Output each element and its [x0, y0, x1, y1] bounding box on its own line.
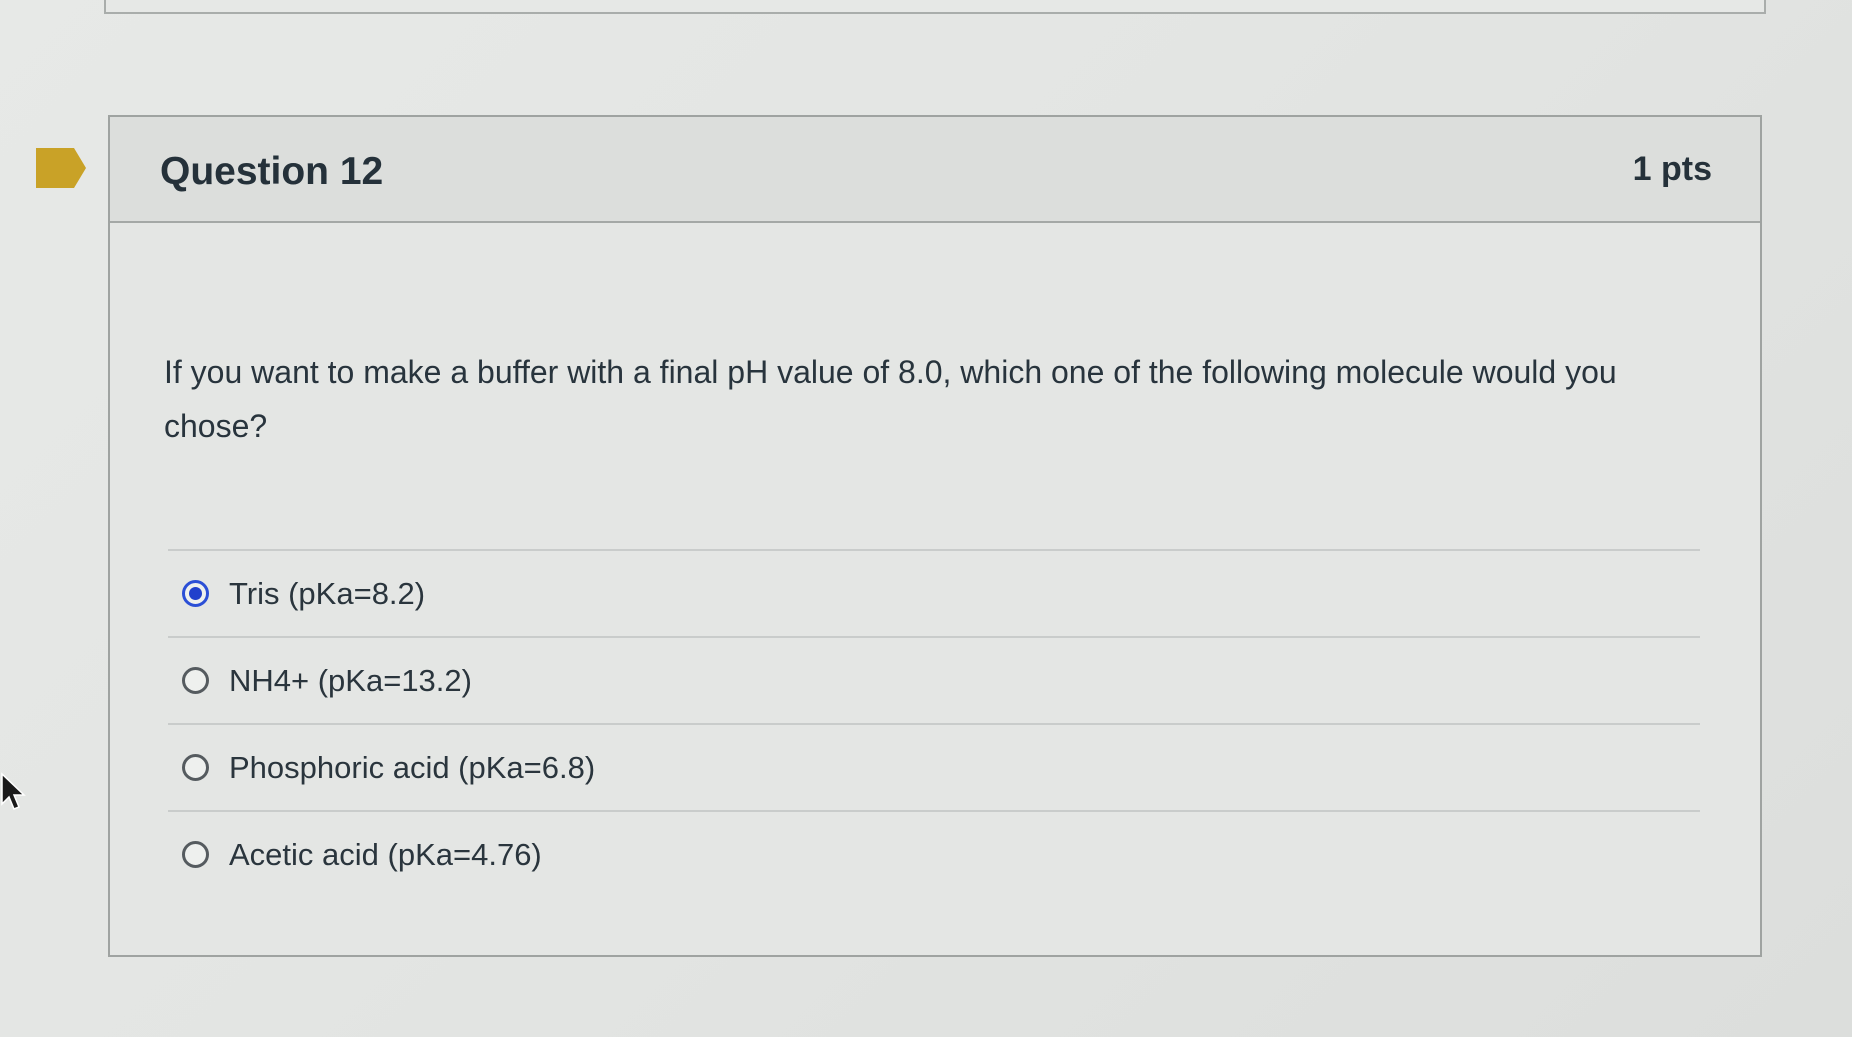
answer-label[interactable]: Tris (pKa=8.2) [229, 576, 425, 612]
answer-label[interactable]: NH4+ (pKa=13.2) [229, 663, 472, 699]
answer-option[interactable]: Acetic acid (pKa=4.76) [168, 810, 1700, 897]
previous-question-box [104, 0, 1766, 14]
question-text: If you want to make a buffer with a fina… [164, 354, 1617, 444]
radio-button-selected[interactable] [182, 580, 209, 607]
question-header: Question 12 1 pts [110, 117, 1760, 223]
answer-option[interactable]: Tris (pKa=8.2) [168, 549, 1700, 636]
question-title: Question 12 [160, 150, 384, 193]
answer-label[interactable]: Acetic acid (pKa=4.76) [229, 837, 542, 873]
radio-button[interactable] [182, 754, 209, 781]
answer-option[interactable]: NH4+ (pKa=13.2) [168, 636, 1700, 723]
radio-button[interactable] [182, 667, 209, 694]
cursor-arrow-icon [1, 772, 26, 810]
flag-icon[interactable] [36, 148, 86, 188]
answer-label[interactable]: Phosphoric acid (pKa=6.8) [229, 750, 595, 786]
question-card: Question 12 1 pts If you want to make a … [108, 115, 1762, 957]
question-points: 1 pts [1632, 150, 1712, 188]
radio-button[interactable] [182, 841, 209, 868]
answer-list: Tris (pKa=8.2) NH4+ (pKa=13.2) Phosphori… [168, 549, 1700, 897]
answer-option[interactable]: Phosphoric acid (pKa=6.8) [168, 723, 1700, 810]
